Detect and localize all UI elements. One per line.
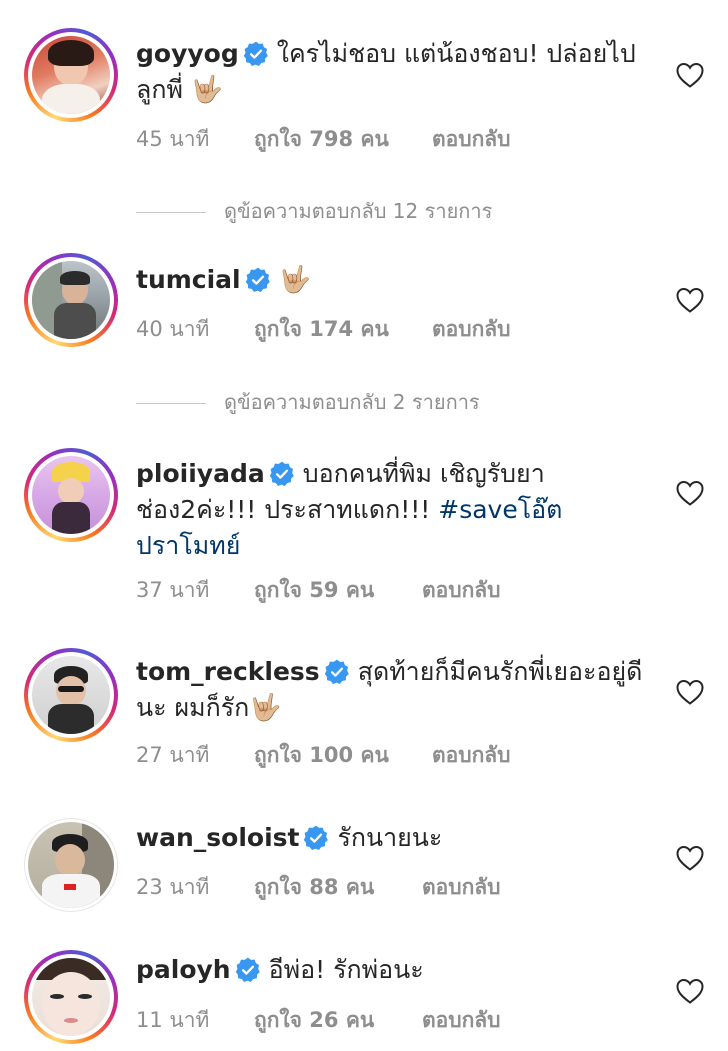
- username[interactable]: tom_reckless: [136, 657, 320, 686]
- verified-badge-icon: [235, 957, 261, 983]
- like-count[interactable]: ถูกใจ 26 คน: [254, 1004, 374, 1037]
- comment-time: 45 นาที: [136, 127, 210, 151]
- heart-icon[interactable]: [676, 62, 704, 88]
- username[interactable]: goyyog: [136, 39, 239, 68]
- verified-badge-icon: [243, 41, 269, 67]
- reply-button[interactable]: ตอบกลับ: [432, 123, 511, 156]
- verified-badge-icon: [303, 825, 329, 851]
- username[interactable]: paloyh: [136, 955, 231, 984]
- heart-icon[interactable]: [676, 978, 704, 1004]
- view-replies-label: ดูข้อความตอบกลับ 12 รายการ: [224, 199, 493, 223]
- comment-meta: 37 นาที ถูกใจ 59 คน ตอบกลับ: [136, 574, 501, 607]
- like-count[interactable]: ถูกใจ 59 คน: [254, 574, 374, 607]
- verified-badge-icon: [324, 659, 350, 685]
- comment-meta: 23 นาที ถูกใจ 88 คน ตอบกลับ: [136, 871, 501, 904]
- like-count[interactable]: ถูกใจ 100 คน: [254, 739, 389, 772]
- reply-button[interactable]: ตอบกลับ: [432, 739, 511, 772]
- comment-time: 11 นาที: [136, 1008, 210, 1032]
- rock-hand-emoji: 🤟🏼: [190, 75, 224, 105]
- rock-hand-emoji: 🤟🏼: [278, 265, 312, 295]
- like-count[interactable]: ถูกใจ 798 คน: [254, 123, 389, 156]
- avatar[interactable]: [24, 448, 118, 542]
- like-count[interactable]: ถูกใจ 174 คน: [254, 313, 389, 346]
- comment-meta: 45 นาที ถูกใจ 798 คน ตอบกลับ: [136, 123, 511, 156]
- comment-text: goyyog ใครไม่ชอบ แต่น้องชอบ! ปล่อยไปลูกพี…: [136, 36, 656, 108]
- avatar[interactable]: [24, 950, 118, 1044]
- comment-meta: 27 นาที ถูกใจ 100 คน ตอบกลับ: [136, 739, 511, 772]
- reply-button[interactable]: ตอบกลับ: [422, 871, 501, 904]
- comment-text: paloyh อีพ่อ! รักพ่อนะ: [136, 952, 656, 988]
- avatar[interactable]: [24, 253, 118, 347]
- comment-text: ploiiyada บอกคนที่พิม เชิญรับยาช่อง2ค่ะ!!…: [136, 456, 656, 564]
- view-replies-link[interactable]: ดูข้อความตอบกลับ 12 รายการ: [136, 195, 492, 227]
- comment-meta: 40 นาที ถูกใจ 174 คน ตอบกลับ: [136, 313, 511, 346]
- reply-button[interactable]: ตอบกลับ: [422, 1004, 501, 1037]
- username[interactable]: wan_soloist: [136, 823, 299, 852]
- avatar[interactable]: [24, 818, 118, 912]
- verified-badge-icon: [245, 267, 271, 293]
- comment-body: รักนายนะ: [337, 823, 443, 852]
- heart-icon[interactable]: [676, 287, 704, 313]
- comment-time: 27 นาที: [136, 743, 210, 767]
- heart-icon[interactable]: [676, 480, 704, 506]
- comment-text: wan_soloist รักนายนะ: [136, 820, 656, 856]
- view-replies-label: ดูข้อความตอบกลับ 2 รายการ: [224, 390, 480, 414]
- comment-body: อีพ่อ! รักพ่อนะ: [268, 955, 424, 984]
- reply-button[interactable]: ตอบกลับ: [432, 313, 511, 346]
- comment-time: 40 นาที: [136, 317, 210, 341]
- divider-line: [136, 212, 206, 213]
- avatar[interactable]: [24, 28, 118, 122]
- rock-hand-emoji: 🤟🏼: [249, 693, 282, 723]
- view-replies-link[interactable]: ดูข้อความตอบกลับ 2 รายการ: [136, 386, 480, 418]
- like-count[interactable]: ถูกใจ 88 คน: [254, 871, 374, 904]
- comment-text: tumcial 🤟🏼: [136, 262, 656, 298]
- heart-icon[interactable]: [676, 845, 704, 871]
- comment-time: 37 นาที: [136, 578, 210, 602]
- comment-text: tom_reckless สุดท้ายก็มีคนรักพี่เยอะอยู่ด…: [136, 654, 656, 726]
- comment-meta: 11 นาที ถูกใจ 26 คน ตอบกลับ: [136, 1004, 501, 1037]
- reply-button[interactable]: ตอบกลับ: [422, 574, 501, 607]
- comment-time: 23 นาที: [136, 875, 210, 899]
- avatar[interactable]: [24, 648, 118, 742]
- username[interactable]: tumcial: [136, 265, 241, 294]
- verified-badge-icon: [269, 461, 295, 487]
- username[interactable]: ploiiyada: [136, 459, 265, 488]
- divider-line: [136, 403, 206, 404]
- heart-icon[interactable]: [676, 679, 704, 705]
